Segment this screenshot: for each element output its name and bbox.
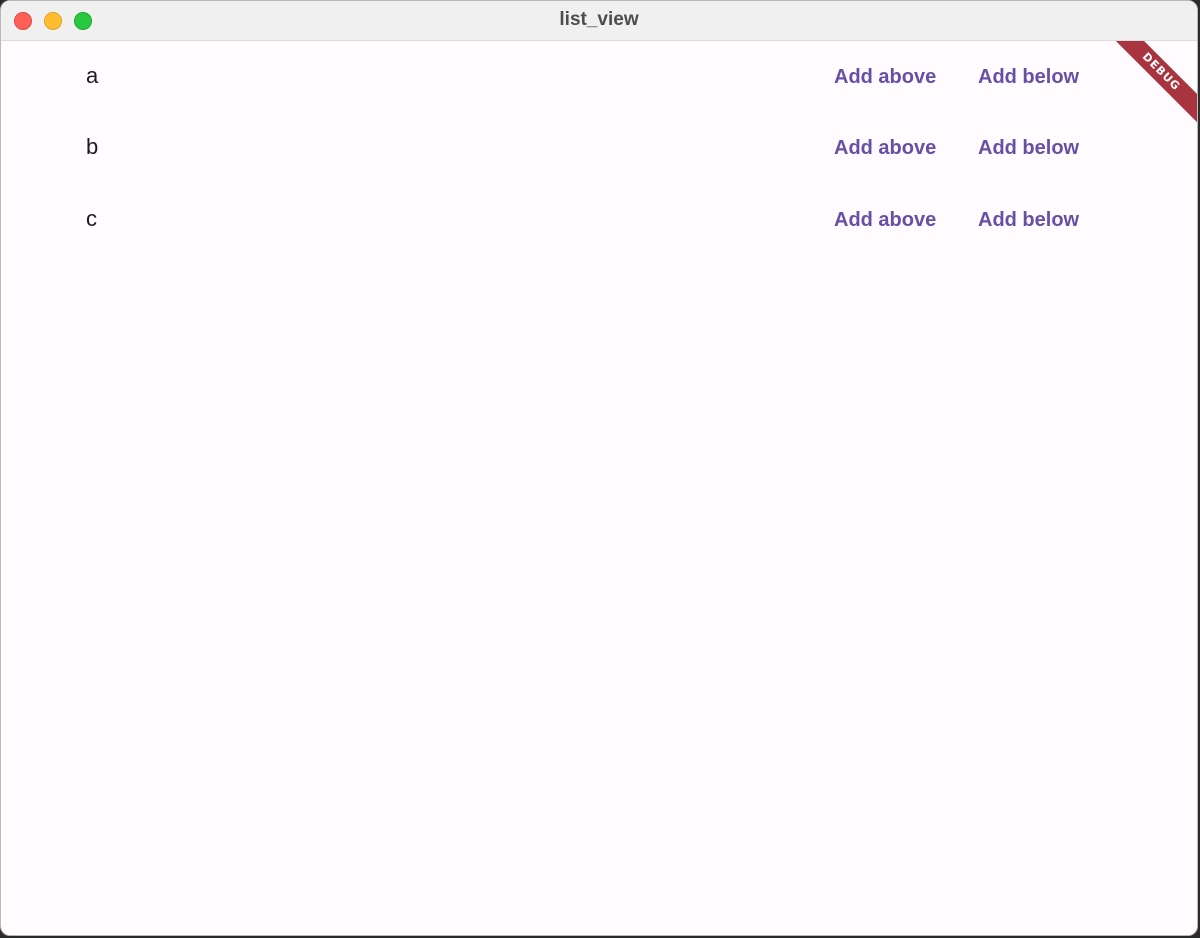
window-title: list_view — [559, 9, 639, 30]
add-below-button[interactable]: Add below — [966, 198, 1091, 242]
list-item: b Add above Add below — [1, 112, 1197, 183]
add-above-button[interactable]: Add above — [822, 55, 948, 99]
list-item-label: a — [86, 63, 99, 88]
list-item-label: b — [86, 134, 99, 159]
add-below-button[interactable]: Add below — [966, 126, 1091, 170]
list-item: c Add above Add below — [1, 184, 1197, 255]
list-item-label: c — [86, 206, 97, 231]
list-item: a Add above Add below — [1, 41, 1197, 112]
add-above-button[interactable]: Add above — [822, 126, 948, 170]
title-bar: list_view — [1, 1, 1197, 41]
list-view: a Add above Add below b Add above Add be… — [1, 41, 1197, 935]
app-window: list_view a Add above Add below b Add ab… — [0, 0, 1198, 936]
add-above-button[interactable]: Add above — [822, 198, 948, 242]
add-below-button[interactable]: Add below — [966, 55, 1091, 99]
